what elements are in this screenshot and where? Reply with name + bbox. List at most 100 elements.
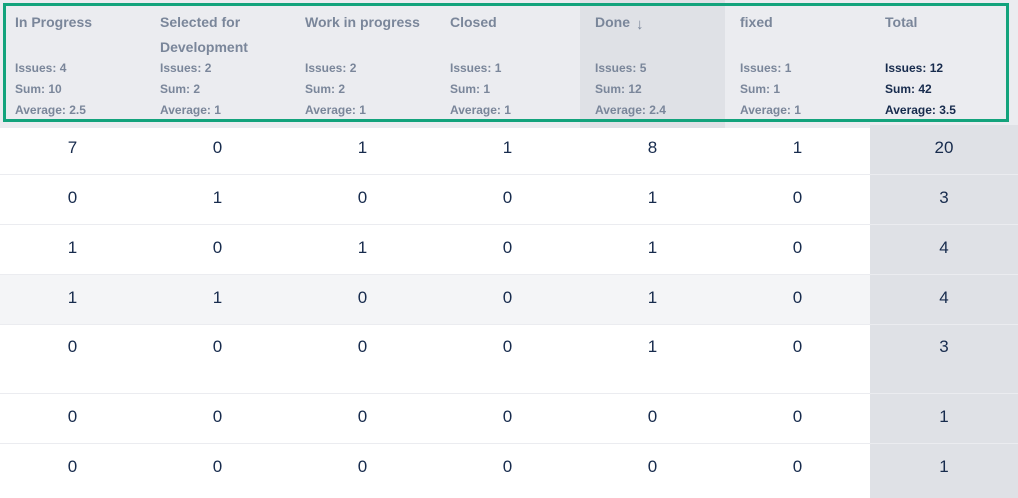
row-total-cell: 20 [870,125,1018,174]
sum-value: Sum: 1 [740,82,781,96]
table-cell[interactable]: 1 [290,225,435,274]
table-cell[interactable]: 0 [435,325,580,393]
sum-value: Sum: 2 [305,82,346,96]
average-value: Average: 1 [160,103,221,117]
column-title: In Progress [15,14,93,30]
table-cell[interactable]: 0 [145,444,290,498]
row-total-cell: 1 [870,394,1018,443]
table-row: 1 0 1 0 1 0 4 [0,225,1018,275]
column-header-work-in-progress[interactable]: Work in progress Issues: 2 Sum: 2 Averag… [290,0,435,128]
table-cell[interactable]: 7 [0,125,145,174]
table-cell[interactable]: 0 [0,394,145,443]
table-cell[interactable]: 0 [290,275,435,324]
sum-value: Sum: 2 [160,82,201,96]
row-total-cell: 3 [870,325,1018,393]
issues-count: Issues: 12 [885,61,944,75]
table-cell[interactable]: 1 [290,125,435,174]
table-cell[interactable]: 0 [725,394,870,443]
column-header-total: Total Issues: 12 Sum: 42 Average: 3.5 [870,0,1018,128]
column-title: fixed [740,14,773,30]
column-title: Done ↓ [595,10,720,60]
table-cell[interactable]: 8 [580,125,725,174]
table-cell[interactable]: 1 [145,275,290,324]
table-cell[interactable]: 0 [290,394,435,443]
sum-value: Sum: 10 [15,82,62,96]
average-value: Average: 1 [305,103,366,117]
row-total-cell: 1 [870,444,1018,498]
arrow-down-icon[interactable]: ↓ [636,12,644,37]
issues-count: Issues: 1 [740,61,792,75]
table-cell[interactable]: 0 [0,325,145,393]
column-stats: Issues: 1 Sum: 1 Average: 1 [450,58,511,121]
sum-value: Sum: 12 [595,82,642,96]
table-cell[interactable]: 1 [580,325,725,393]
table-cell[interactable]: 0 [725,225,870,274]
column-stats: Issues: 2 Sum: 2 Average: 1 [160,58,221,121]
column-title-text: Done [595,14,630,30]
table-cell[interactable]: 0 [725,325,870,393]
column-header-done[interactable]: Done ↓ Issues: 5 Sum: 12 Average: 2.4 [580,0,725,128]
row-total-cell: 4 [870,275,1018,324]
table-row: 0 0 0 0 0 0 1 [0,444,1018,498]
table-row: 0 0 0 0 0 0 1 [0,394,1018,444]
sum-value: Sum: 1 [450,82,491,96]
average-value: Average: 2.5 [15,103,86,117]
table-cell[interactable]: 0 [290,175,435,224]
sum-value: Sum: 42 [885,82,932,96]
table-cell[interactable]: 0 [435,444,580,498]
column-title: Work in progress [305,14,420,30]
column-stats: Issues: 1 Sum: 1 Average: 1 [740,58,801,121]
table-cell[interactable]: 1 [145,175,290,224]
table-body: 7 0 1 1 8 1 20 0 1 0 0 1 0 3 1 0 1 0 1 0… [0,125,1018,498]
issues-count: Issues: 2 [305,61,357,75]
table-row: 7 0 1 1 8 1 20 [0,125,1018,175]
table-cell[interactable]: 1 [0,275,145,324]
table-cell[interactable]: 0 [725,275,870,324]
column-stats: Issues: 4 Sum: 10 Average: 2.5 [15,58,86,121]
table-cell[interactable]: 0 [290,444,435,498]
average-value: Average: 1 [740,103,801,117]
issues-count: Issues: 4 [15,61,67,75]
table-cell[interactable]: 0 [145,225,290,274]
table-cell[interactable]: 1 [0,225,145,274]
table-cell[interactable]: 0 [0,175,145,224]
row-total-cell: 3 [870,175,1018,224]
column-header-closed[interactable]: Closed Issues: 1 Sum: 1 Average: 1 [435,0,580,128]
table-cell[interactable]: 0 [0,444,145,498]
table-row: 0 0 0 0 1 0 3 [0,325,1018,394]
column-title: Selected for Development [160,14,248,55]
table-cell[interactable]: 0 [580,394,725,443]
column-header-selected-for-development[interactable]: Selected for Development Issues: 2 Sum: … [145,0,290,128]
column-title: Closed [450,14,497,30]
table-cell[interactable]: 0 [435,275,580,324]
row-total-cell: 4 [870,225,1018,274]
table-cell[interactable]: 0 [435,175,580,224]
two-dimensional-stats-table: In Progress Issues: 4 Sum: 10 Average: 2… [0,0,1018,498]
table-cell[interactable]: 1 [580,225,725,274]
table-cell[interactable]: 0 [580,444,725,498]
table-cell[interactable]: 0 [145,394,290,443]
column-stats: Issues: 5 Sum: 12 Average: 2.4 [595,58,666,121]
table-header: In Progress Issues: 4 Sum: 10 Average: 2… [0,0,1018,128]
table-cell[interactable]: 0 [145,325,290,393]
column-header-fixed[interactable]: fixed Issues: 1 Sum: 1 Average: 1 [725,0,870,128]
table-cell[interactable]: 0 [435,225,580,274]
issues-count: Issues: 5 [595,61,647,75]
table-cell[interactable]: 0 [435,394,580,443]
table-cell[interactable]: 0 [145,125,290,174]
table-cell[interactable]: 1 [580,275,725,324]
average-value: Average: 3.5 [885,103,956,117]
table-cell[interactable]: 0 [725,444,870,498]
column-title: Total [885,14,918,30]
average-value: Average: 2.4 [595,103,666,117]
table-cell[interactable]: 0 [725,175,870,224]
issues-count: Issues: 2 [160,61,212,75]
table-cell[interactable]: 1 [435,125,580,174]
table-cell[interactable]: 1 [725,125,870,174]
table-cell[interactable]: 1 [580,175,725,224]
table-row: 0 1 0 0 1 0 3 [0,175,1018,225]
column-stats: Issues: 12 Sum: 42 Average: 3.5 [885,58,956,121]
column-header-in-progress[interactable]: In Progress Issues: 4 Sum: 10 Average: 2… [0,0,145,128]
issues-count: Issues: 1 [450,61,502,75]
table-cell[interactable]: 0 [290,325,435,393]
